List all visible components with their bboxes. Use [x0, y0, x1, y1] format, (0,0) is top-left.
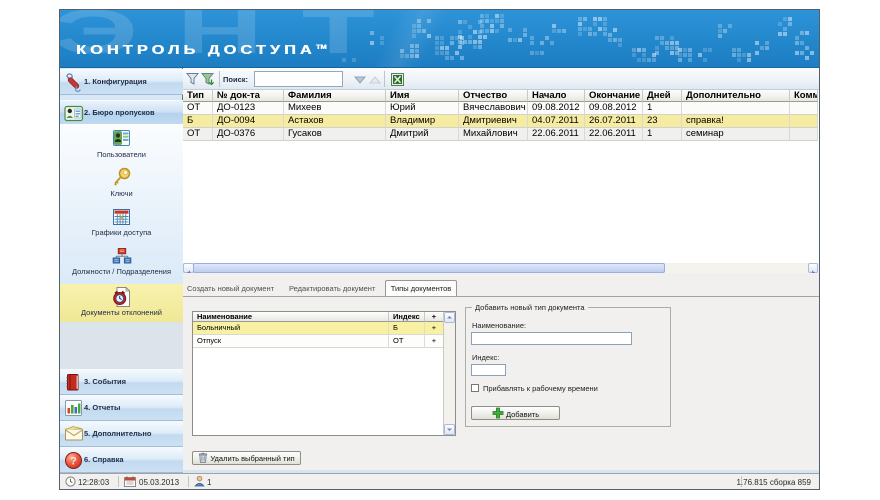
svg-text:?: ? [70, 456, 77, 468]
